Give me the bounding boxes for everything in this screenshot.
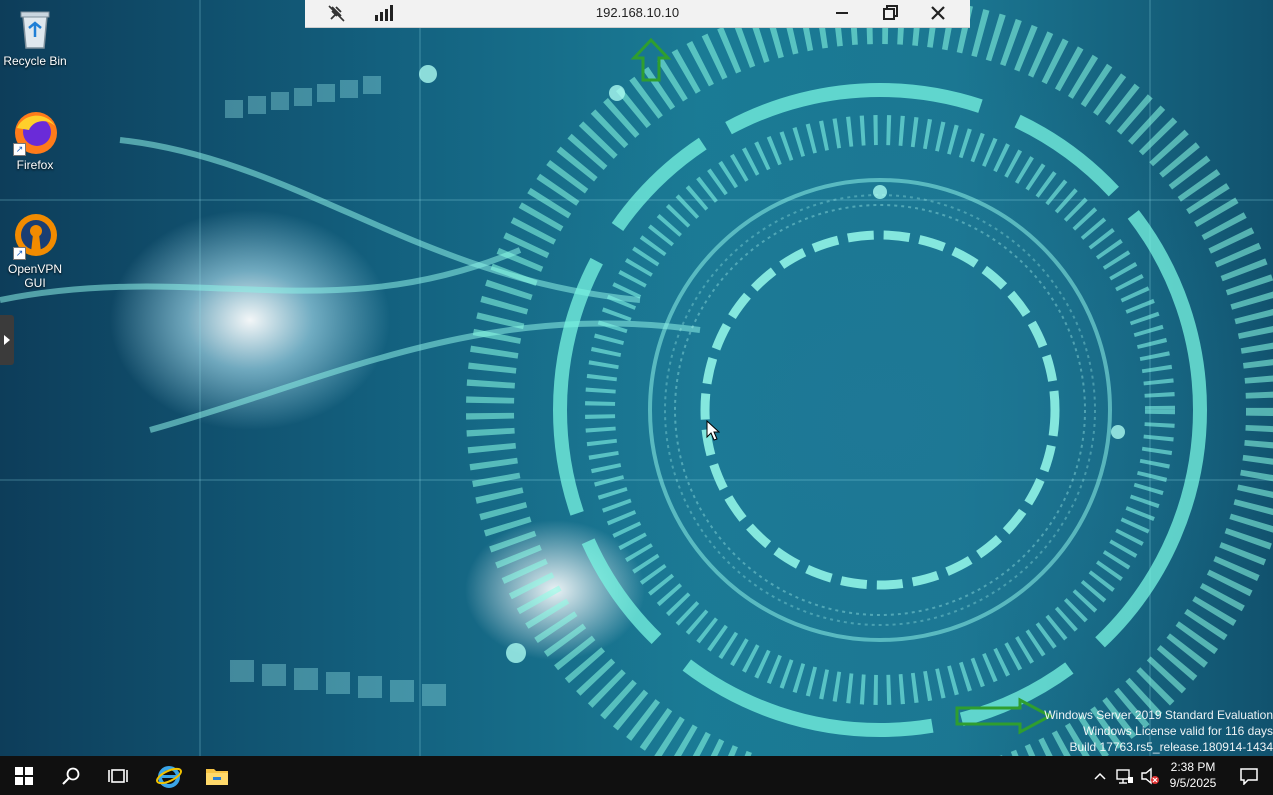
taskbar: 2:38 PM 9/5/2025 [0, 756, 1273, 795]
clock-date: 9/5/2025 [1169, 776, 1217, 790]
start-icon[interactable] [0, 756, 48, 795]
recycle-bin-icon [11, 4, 59, 52]
desktop-icon-label: Firefox [16, 158, 54, 172]
watermark-build: Build 17763.rs5_release.180914-1434 [1069, 740, 1273, 754]
shortcut-arrow-icon: ↗ [13, 247, 26, 260]
watermark-edition: Windows Server 2019 Standard Evaluation [1044, 708, 1273, 722]
side-expand-tab[interactable] [0, 315, 14, 365]
desktop-icon-firefox[interactable]: ↗ Firefox [0, 108, 70, 172]
internet-explorer-icon[interactable] [145, 756, 193, 795]
minimize-icon[interactable] [829, 3, 855, 23]
shortcut-arrow-icon: ↗ [13, 143, 26, 156]
openvpn-icon: ↗ [11, 212, 59, 260]
clock-time: 2:38 PM [1170, 760, 1216, 774]
search-icon[interactable] [47, 756, 95, 795]
desktop-icon-openvpn[interactable]: ↗ OpenVPN GUI [0, 212, 70, 290]
taskbar-clock[interactable]: 2:38 PM 9/5/2025 [1162, 759, 1224, 791]
restore-icon[interactable] [877, 3, 903, 23]
action-center-icon[interactable] [1225, 756, 1273, 795]
network-icon[interactable] [1112, 756, 1138, 795]
desktop-background: Recycle Bin ↗ Firefox ↗ OpenVPN GUI Wind… [0, 0, 1273, 756]
watermark-license: Windows License valid for 116 days [1083, 724, 1273, 738]
firefox-icon: ↗ [11, 108, 59, 156]
desktop-icon-label: Recycle Bin [3, 54, 67, 68]
rdp-connection-bar: 192.168.10.10 [305, 0, 970, 28]
desktop-icon-recycle-bin[interactable]: Recycle Bin [0, 4, 70, 68]
file-explorer-icon[interactable] [193, 756, 241, 795]
windows-watermark: Windows Server 2019 Standard Evaluation … [1044, 707, 1273, 755]
chevron-up-icon[interactable] [1088, 756, 1112, 795]
wallpaper-graphic [0, 0, 1273, 756]
task-view-icon[interactable] [94, 756, 142, 795]
mouse-cursor-icon [706, 420, 720, 441]
desktop-icon-label: OpenVPN GUI [7, 262, 63, 290]
rdp-host-address: 192.168.10.10 [595, 5, 680, 20]
volume-muted-icon[interactable] [1138, 756, 1162, 795]
close-icon[interactable] [925, 3, 951, 23]
